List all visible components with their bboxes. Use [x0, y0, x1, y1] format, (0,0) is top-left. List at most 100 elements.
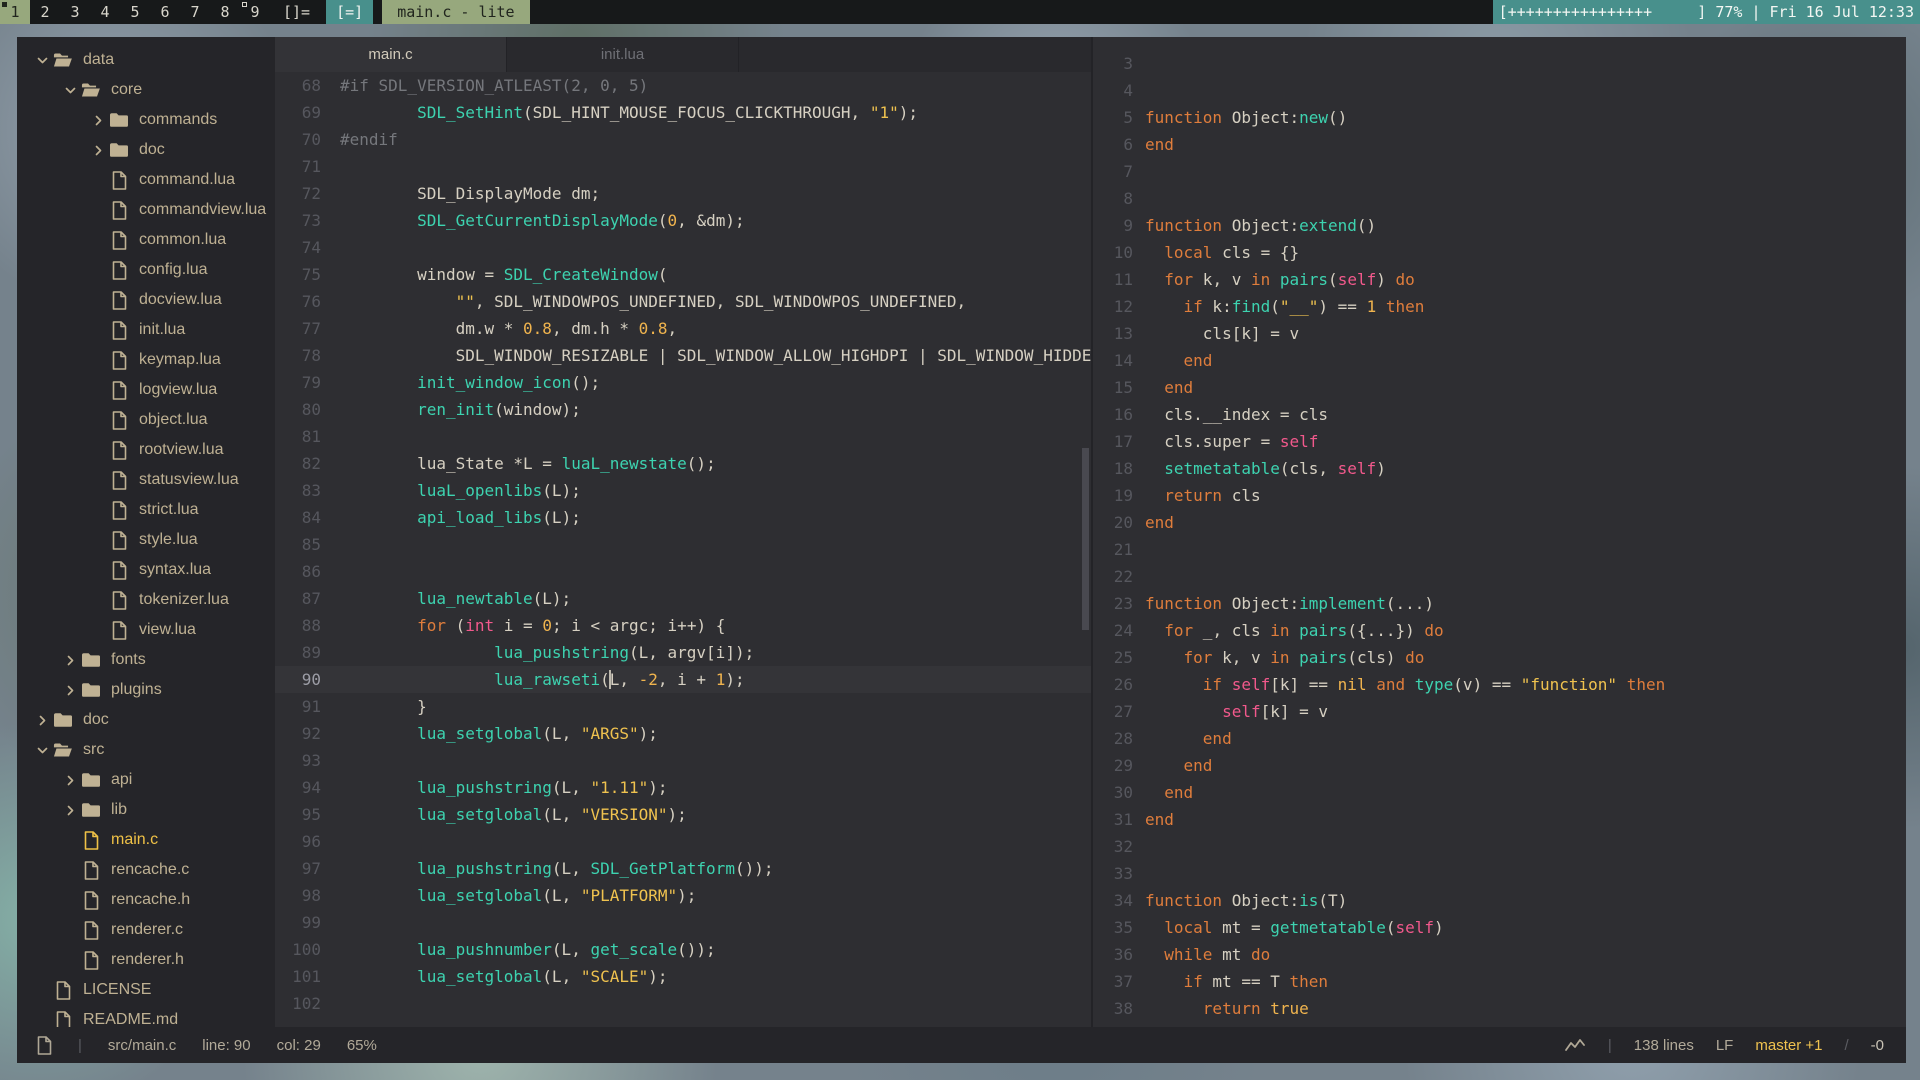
- tree-item-renderer-h[interactable]: renderer.h: [17, 945, 275, 975]
- code-line[interactable]: 78 SDL_WINDOW_RESIZABLE | SDL_WINDOW_ALL…: [275, 342, 1091, 369]
- code-line[interactable]: 24 for _, cls in pairs({...}) do: [1093, 617, 1906, 644]
- code-line[interactable]: 33: [1093, 860, 1906, 887]
- tree-item-syntax-lua[interactable]: syntax.lua: [17, 555, 275, 585]
- tree-item-doc[interactable]: doc: [17, 135, 275, 165]
- tree-item-api[interactable]: api: [17, 765, 275, 795]
- code-line[interactable]: 83 luaL_openlibs(L);: [275, 477, 1091, 504]
- workspace-tag-5[interactable]: 5: [120, 0, 150, 24]
- code-line[interactable]: 20end: [1093, 509, 1906, 536]
- code-line[interactable]: 74: [275, 234, 1091, 261]
- code-line[interactable]: 91 }: [275, 693, 1091, 720]
- workspace-tag-8[interactable]: 8: [210, 0, 240, 24]
- code-line[interactable]: 5function Object:new(): [1093, 104, 1906, 131]
- code-line[interactable]: 71: [275, 153, 1091, 180]
- code-line[interactable]: 23function Object:implement(...): [1093, 590, 1906, 617]
- code-line[interactable]: 37 if mt == T then: [1093, 968, 1906, 995]
- code-line[interactable]: 86: [275, 558, 1091, 585]
- code-line[interactable]: 73 SDL_GetCurrentDisplayMode(0, &dm);: [275, 207, 1091, 234]
- code-line[interactable]: 95 lua_setglobal(L, "VERSION");: [275, 801, 1091, 828]
- code-line[interactable]: 38 return true: [1093, 995, 1906, 1022]
- code-line[interactable]: 79 init_window_icon();: [275, 369, 1091, 396]
- code-line[interactable]: 94 lua_pushstring(L, "1.11");: [275, 774, 1091, 801]
- code-line[interactable]: 68#if SDL_VERSION_ATLEAST(2, 0, 5): [275, 72, 1091, 99]
- code-line[interactable]: 99: [275, 909, 1091, 936]
- code-line[interactable]: 97 lua_pushstring(L, SDL_GetPlatform());: [275, 855, 1091, 882]
- code-line[interactable]: 26 if self[k] == nil and type(v) == "fun…: [1093, 671, 1906, 698]
- code-line[interactable]: 15 end: [1093, 374, 1906, 401]
- code-line[interactable]: 98 lua_setglobal(L, "PLATFORM");: [275, 882, 1091, 909]
- code-line[interactable]: 72 SDL_DisplayMode dm;: [275, 180, 1091, 207]
- code-line[interactable]: 101 lua_setglobal(L, "SCALE");: [275, 963, 1091, 990]
- code-line[interactable]: 93: [275, 747, 1091, 774]
- scrollbar-thumb[interactable]: [1082, 448, 1089, 630]
- code-line[interactable]: 21: [1093, 536, 1906, 563]
- code-line[interactable]: 17 cls.super = self: [1093, 428, 1906, 455]
- code-line[interactable]: 27 self[k] = v: [1093, 698, 1906, 725]
- code-line[interactable]: 25 for k, v in pairs(cls) do: [1093, 644, 1906, 671]
- tree-item-src[interactable]: src: [17, 735, 275, 765]
- tree-item-statusview-lua[interactable]: statusview.lua: [17, 465, 275, 495]
- tree-item-command-lua[interactable]: command.lua: [17, 165, 275, 195]
- code-line[interactable]: 35 local mt = getmetatable(self): [1093, 914, 1906, 941]
- tree-item-tokenizer-lua[interactable]: tokenizer.lua: [17, 585, 275, 615]
- code-line[interactable]: 13 cls[k] = v: [1093, 320, 1906, 347]
- tree-item-docview-lua[interactable]: docview.lua: [17, 285, 275, 315]
- code-line[interactable]: 70#endif: [275, 126, 1091, 153]
- code-line[interactable]: 7: [1093, 158, 1906, 185]
- code-line[interactable]: 19 return cls: [1093, 482, 1906, 509]
- code-line[interactable]: 80 ren_init(window);: [275, 396, 1091, 423]
- tree-item-rencache-h[interactable]: rencache.h: [17, 885, 275, 915]
- tree-item-core[interactable]: core: [17, 75, 275, 105]
- tree-item-logview-lua[interactable]: logview.lua: [17, 375, 275, 405]
- tree-item-object-lua[interactable]: object.lua: [17, 405, 275, 435]
- code-line[interactable]: 76 "", SDL_WINDOWPOS_UNDEFINED, SDL_WIND…: [275, 288, 1091, 315]
- code-line[interactable]: 36 while mt do: [1093, 941, 1906, 968]
- code-line[interactable]: 75 window = SDL_CreateWindow(: [275, 261, 1091, 288]
- tree-item-style-lua[interactable]: style.lua: [17, 525, 275, 555]
- tree-item-common-lua[interactable]: common.lua: [17, 225, 275, 255]
- layout-icon[interactable]: []=: [274, 0, 319, 24]
- tree-item-keymap-lua[interactable]: keymap.lua: [17, 345, 275, 375]
- code-line[interactable]: 29 end: [1093, 752, 1906, 779]
- tree-item-fonts[interactable]: fonts: [17, 645, 275, 675]
- tree-item-lib[interactable]: lib: [17, 795, 275, 825]
- workspace-tag-6[interactable]: 6: [150, 0, 180, 24]
- workspace-tag-3[interactable]: 3: [60, 0, 90, 24]
- code-line[interactable]: 92 lua_setglobal(L, "ARGS");: [275, 720, 1091, 747]
- code-line[interactable]: 30 end: [1093, 779, 1906, 806]
- code-line[interactable]: 18 setmetatable(cls, self): [1093, 455, 1906, 482]
- workspace-tag-2[interactable]: 2: [30, 0, 60, 24]
- tree-item-main-c[interactable]: main.c: [17, 825, 275, 855]
- code-line[interactable]: 16 cls.__index = cls: [1093, 401, 1906, 428]
- tree-item-init-lua[interactable]: init.lua: [17, 315, 275, 345]
- code-line[interactable]: 96: [275, 828, 1091, 855]
- tree-item-readme-md[interactable]: README.md: [17, 1005, 275, 1027]
- tree-item-commands[interactable]: commands: [17, 105, 275, 135]
- tab-main-c[interactable]: main.c: [275, 37, 507, 72]
- code-line[interactable]: 88 for (int i = 0; i < argc; i++) {: [275, 612, 1091, 639]
- code-line[interactable]: 22: [1093, 563, 1906, 590]
- code-line[interactable]: 9function Object:extend(): [1093, 212, 1906, 239]
- code-line[interactable]: 31end: [1093, 806, 1906, 833]
- code-line[interactable]: 90 lua_rawseti(L, -2, i + 1);: [275, 666, 1091, 693]
- tree-item-rencache-c[interactable]: rencache.c: [17, 855, 275, 885]
- tree-item-strict-lua[interactable]: strict.lua: [17, 495, 275, 525]
- code-line[interactable]: 102: [275, 990, 1091, 1017]
- tree-item-doc[interactable]: doc: [17, 705, 275, 735]
- code-line[interactable]: 3: [1093, 50, 1906, 77]
- code-line[interactable]: 69 SDL_SetHint(SDL_HINT_MOUSE_FOCUS_CLIC…: [275, 99, 1091, 126]
- tree-item-view-lua[interactable]: view.lua: [17, 615, 275, 645]
- code-line[interactable]: 85: [275, 531, 1091, 558]
- scratchpad-indicator[interactable]: [=]: [326, 0, 373, 24]
- editor-pane-left[interactable]: main.c init.lua 68#if SDL_VERSION_ATLEAS…: [275, 37, 1091, 1027]
- workspace-tag-7[interactable]: 7: [180, 0, 210, 24]
- code-line[interactable]: 10 local cls = {}: [1093, 239, 1906, 266]
- code-area-main-c[interactable]: 68#if SDL_VERSION_ATLEAST(2, 0, 5)69 SDL…: [275, 72, 1091, 1017]
- tree-item-commandview-lua[interactable]: commandview.lua: [17, 195, 275, 225]
- code-line[interactable]: 100 lua_pushnumber(L, get_scale());: [275, 936, 1091, 963]
- code-line[interactable]: 4: [1093, 77, 1906, 104]
- code-area-init-lua[interactable]: 345function Object:new()6end789function …: [1093, 50, 1906, 1027]
- code-line[interactable]: 84 api_load_libs(L);: [275, 504, 1091, 531]
- editor-pane-right[interactable]: 345function Object:new()6end789function …: [1091, 37, 1906, 1027]
- workspace-tag-1[interactable]: 1: [0, 0, 30, 24]
